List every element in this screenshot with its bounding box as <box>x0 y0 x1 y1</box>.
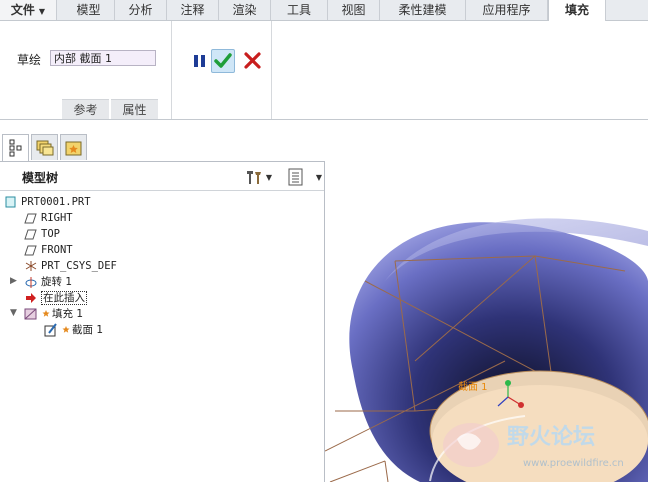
tree-item-label: PRT_CSYS_DEF <box>41 260 117 272</box>
datum-plane-icon <box>24 213 37 224</box>
svg-text:野火论坛: 野火论坛 <box>507 424 595 450</box>
tab-fill[interactable]: 填充 <box>548 0 606 21</box>
tab-file-label: 文件 <box>10 3 35 17</box>
sketch-collector-field[interactable]: 内部 截面 1 <box>50 50 156 66</box>
tab-annotate[interactable]: 注释 <box>167 0 219 20</box>
tree-item-revolve[interactable]: 旋转 1 <box>24 274 72 290</box>
ok-button[interactable] <box>211 49 235 73</box>
tree-item-label: 截面 1 <box>72 324 104 336</box>
tree-show-button[interactable]: ▼ <box>286 167 322 187</box>
tree-item-fill[interactable]: 填充 1 <box>24 306 83 322</box>
star-icon <box>62 326 70 333</box>
tree-item-top-plane[interactable]: TOP <box>24 226 60 242</box>
tab-tools[interactable]: 工具 <box>271 0 328 20</box>
fill-ribbon: 草绘 内部 截面 1 参考 属性 <box>0 21 648 120</box>
revolve-icon <box>25 277 37 288</box>
tab-applications[interactable]: 应用程序 <box>466 0 548 20</box>
favorites-tab[interactable] <box>60 134 87 160</box>
pause-icon <box>194 55 205 67</box>
collapse-arrow-icon[interactable]: ▼ <box>10 308 17 318</box>
ribbon-tab-bar: 文件 ▼ 模型 分析 注释 渲染 工具 视图 柔性建模 应用程序 填充 <box>0 0 648 21</box>
show-icon <box>288 168 303 186</box>
settings-icon <box>247 171 261 184</box>
tree-item-csys[interactable]: PRT_CSYS_DEF <box>24 258 117 274</box>
pause-button[interactable] <box>188 49 212 73</box>
tree-item-insert-here[interactable]: 在此插入 <box>24 290 87 306</box>
expand-arrow-icon[interactable]: ▶ <box>10 276 17 286</box>
cancel-button[interactable] <box>241 49 265 73</box>
star-icon <box>42 310 50 317</box>
section-annotation: 截面 1 <box>458 380 488 393</box>
model-tree-tab-icon <box>9 139 22 157</box>
sketch-label: 草绘 <box>17 53 42 67</box>
model-graphic: 截面 1 野火论坛 www.proewildfire.cn <box>325 218 648 482</box>
model-tree-header: 模型树 ▼ ▼ <box>0 162 324 191</box>
insert-arrow-icon <box>26 293 36 303</box>
sketch-icon <box>44 323 57 337</box>
tab-file[interactable]: 文件 ▼ <box>0 0 57 20</box>
chevron-down-icon: ▼ <box>38 7 46 16</box>
properties-tab[interactable]: 属性 <box>111 99 158 119</box>
folder-browser-tab-icon <box>36 140 54 156</box>
tree-item-label: 填充 1 <box>52 308 84 320</box>
tree-item-part[interactable]: PRT0001.PRT <box>4 194 91 210</box>
tree-item-label: 旋转 1 <box>41 276 73 288</box>
tree-item-right-plane[interactable]: RIGHT <box>24 210 73 226</box>
tree-item-front-plane[interactable]: FRONT <box>24 242 73 258</box>
model-tree-title: 模型树 <box>22 171 59 185</box>
graphics-viewport[interactable]: 截面 1 野火论坛 www.proewildfire.cn <box>325 161 648 482</box>
sketch-group: 草绘 内部 截面 1 参考 属性 <box>0 21 172 119</box>
references-tab[interactable]: 参考 <box>62 99 109 119</box>
coordinate-system-icon <box>25 261 37 271</box>
model-tree-panel: 模型树 ▼ ▼ PRT0001.PRT RIGHT TOP FRONT PRT_… <box>0 161 325 482</box>
part-icon <box>5 196 16 208</box>
tab-render[interactable]: 渲染 <box>219 0 271 20</box>
fill-feature-icon <box>24 308 37 320</box>
tab-model[interactable]: 模型 <box>63 0 115 20</box>
tab-analysis[interactable]: 分析 <box>115 0 167 20</box>
tree-item-label: RIGHT <box>41 212 73 224</box>
datum-plane-icon <box>24 245 37 256</box>
chevron-down-icon: ▼ <box>315 173 322 182</box>
tab-flexible-modeling[interactable]: 柔性建模 <box>380 0 466 20</box>
folder-browser-tab[interactable] <box>31 134 58 160</box>
chevron-down-icon: ▼ <box>265 173 272 182</box>
svg-text:www.proewildfire.cn: www.proewildfire.cn <box>523 458 624 469</box>
tree-item-section[interactable]: 截面 1 <box>44 322 103 338</box>
tree-item-label: TOP <box>41 228 60 240</box>
datum-plane-icon <box>24 229 37 240</box>
favorites-tab-icon <box>65 141 82 156</box>
cancel-icon <box>244 52 261 69</box>
tab-view[interactable]: 视图 <box>328 0 380 20</box>
navigator-tabs <box>0 131 130 161</box>
tree-item-label: FRONT <box>41 244 73 256</box>
check-icon <box>214 53 232 68</box>
tree-settings-button[interactable]: ▼ <box>244 167 272 187</box>
tree-item-label: 在此插入 <box>41 291 87 305</box>
tree-item-label: PRT0001.PRT <box>21 196 91 208</box>
model-tree-tab[interactable] <box>2 134 29 161</box>
